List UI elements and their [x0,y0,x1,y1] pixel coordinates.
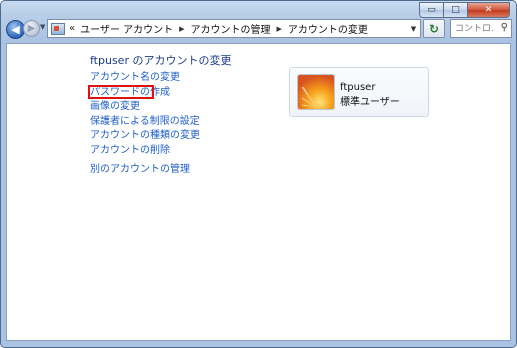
account-type: 標準ユーザー [340,97,400,108]
task-link-parental-controls[interactable]: 保護者による制限の設定 [90,115,200,130]
breadcrumb-manage-accounts[interactable]: アカウントの管理 [191,21,271,36]
task-link-manage-other-account[interactable]: 別のアカウントの管理 [90,163,200,178]
task-link-delete-account[interactable]: アカウントの削除 [90,144,200,159]
avatar [297,74,335,110]
page-title: ftpuser のアカウントの変更 [90,54,232,67]
breadcrumb-overflow-button[interactable]: « [69,23,75,34]
control-panel-icon [51,22,65,35]
breadcrumb-separator-arrow-icon[interactable]: ▶ [179,25,184,33]
refresh-icon: ↻ [428,21,440,36]
task-list: アカウント名の変更 パスワードの作成 画像の変更 保護者による制限の設定 アカウ… [88,71,200,178]
recent-pages-dropdown[interactable]: ▼ [40,23,45,31]
search-box[interactable]: ⚲ [450,19,512,38]
refresh-button[interactable]: ↻ [423,19,445,38]
task-link-change-account-type[interactable]: アカウントの種類の変更 [90,129,200,144]
breadcrumb-change-account[interactable]: アカウントの変更 [288,21,368,36]
breadcrumb-user-accounts[interactable]: ユーザー アカウント [80,21,173,36]
address-dropdown-icon[interactable]: ▼ [407,20,420,37]
navigation-toolbar: ◀ ▶ ▼ « ユーザー アカウント ▶ アカウントの管理 ▶ アカウントの変更… [1,15,516,43]
user-account-card: ftpuser 標準ユーザー [289,67,429,117]
breadcrumb-separator-arrow-icon[interactable]: ▶ [277,25,282,33]
task-link-rename-account[interactable]: アカウント名の変更 [90,71,200,86]
task-link-create-password[interactable]: パスワードの作成 [88,84,200,101]
address-bar[interactable]: « ユーザー アカウント ▶ アカウントの管理 ▶ アカウントの変更 ▼ [47,19,421,38]
search-icon[interactable]: ⚲ [501,22,508,33]
task-link-change-picture[interactable]: 画像の変更 [90,100,200,115]
content-pane: ftpuser のアカウントの変更 アカウント名の変更 パスワードの作成 画像の… [6,43,511,341]
forward-button[interactable]: ▶ [23,20,40,37]
search-input[interactable] [455,23,495,34]
control-panel-window: ▭ □ ✕ ◀ ▶ ▼ « ユーザー アカウント ▶ アカウントの管理 ▶ アカ… [0,0,517,348]
user-name: ftpuser [340,82,376,93]
